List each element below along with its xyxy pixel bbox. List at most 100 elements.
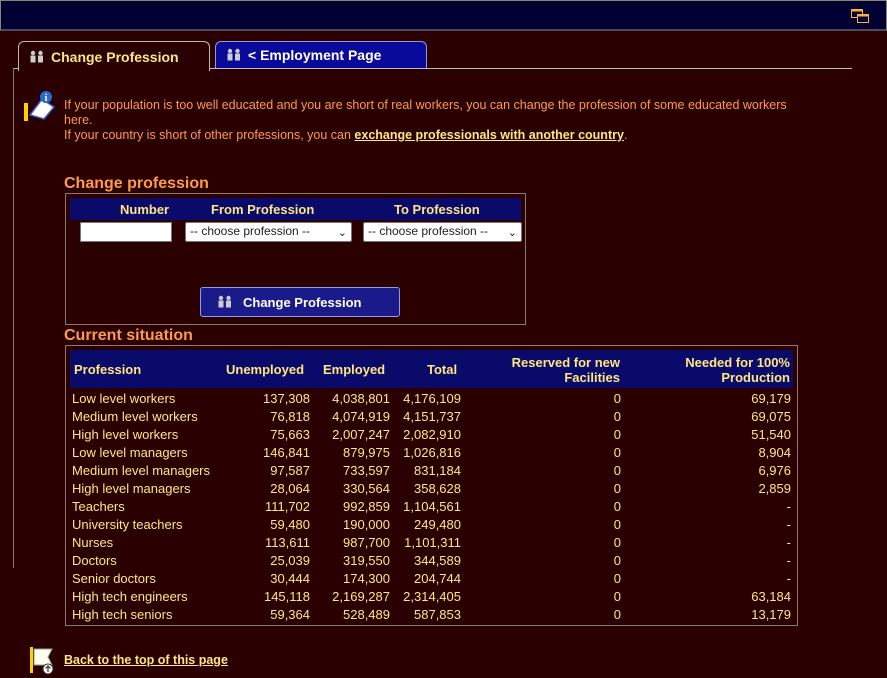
- change-profession-form: Number From Profession To Profession -- …: [65, 193, 526, 325]
- cell-unemployed: 146,841: [263, 445, 310, 460]
- cell-needed: 51,540: [751, 427, 791, 442]
- number-input[interactable]: [80, 222, 172, 242]
- cell-reserved: 0: [613, 535, 621, 550]
- people-icon: [218, 295, 231, 308]
- cell-employed: 190,000: [343, 517, 390, 532]
- cell-reserved: 0: [613, 607, 621, 622]
- cell-reserved: 0: [613, 391, 621, 406]
- cell-unemployed: 111,702: [264, 499, 310, 514]
- cell-total: 358,628: [414, 481, 461, 496]
- cell-needed: 69,075: [751, 409, 791, 424]
- change-profession-title: Change profession: [64, 175, 209, 192]
- tab-divider: [210, 68, 852, 69]
- cell-total: 1,104,561: [403, 499, 461, 514]
- table-row: Medium level workers 76,818 4,074,919 4,151…: [70, 408, 793, 426]
- cell-profession: Doctors: [72, 553, 117, 568]
- cell-total: 249,480: [414, 517, 461, 532]
- to-profession-header: To Profession: [394, 202, 480, 217]
- cell-employed: 319,550: [343, 553, 390, 568]
- cell-unemployed: 76,818: [270, 409, 310, 424]
- cell-total: 204,744: [414, 571, 461, 586]
- cell-profession: Senior doctors: [72, 571, 156, 586]
- people-icon: [227, 48, 240, 61]
- table-row: Senior doctors 30,444 174,300 204,744 0 -: [70, 570, 793, 588]
- cell-total: 344,589: [414, 553, 461, 568]
- cell-total: 831,184: [414, 463, 461, 478]
- cell-employed: 879,975: [343, 445, 390, 460]
- cell-profession: High tech seniors: [72, 607, 173, 622]
- cell-reserved: 0: [613, 409, 621, 424]
- intro-line-1: If your population is too well educated …: [64, 98, 787, 127]
- cell-profession: Low level managers: [72, 445, 188, 460]
- cell-unemployed: 145,118: [263, 589, 310, 604]
- cell-employed: 4,038,801: [332, 391, 390, 406]
- table-row: High level workers 75,663 2,007,247 2,082,9…: [70, 426, 793, 444]
- cell-profession: High level workers: [72, 427, 179, 442]
- header-reserved-2: Facilities: [564, 370, 620, 385]
- cell-employed: 330,564: [343, 481, 390, 496]
- number-header: Number: [120, 202, 170, 217]
- cell-employed: 4,074,919: [332, 409, 390, 424]
- to-profession-select[interactable]: -- choose profession -- ⌄: [363, 222, 522, 242]
- cell-needed: 13,179: [751, 607, 791, 622]
- header-total: Total: [427, 362, 458, 377]
- cell-reserved: 0: [613, 571, 621, 586]
- info-icon: i: [24, 91, 56, 121]
- cell-reserved: 0: [613, 499, 621, 514]
- cell-profession: Medium level managers: [72, 463, 211, 478]
- cell-profession: University teachers: [72, 517, 183, 532]
- from-profession-select[interactable]: -- choose profession -- ⌄: [185, 222, 352, 242]
- windows-icon[interactable]: [851, 9, 869, 23]
- content-border: [13, 68, 14, 568]
- cell-profession: Medium level workers: [72, 409, 198, 424]
- cell-unemployed: 137,308: [263, 391, 310, 406]
- back-to-top-link[interactable]: Back to the top of this page: [64, 653, 228, 667]
- people-icon: [30, 50, 43, 62]
- tab-change-profession[interactable]: Change Profession: [18, 41, 210, 71]
- cell-unemployed: 75,663: [270, 427, 310, 442]
- cell-needed: -: [786, 499, 791, 514]
- table-row: Doctors 25,039 319,550 344,589 0 -: [70, 552, 793, 570]
- cell-needed: 8,904: [758, 445, 791, 460]
- cell-needed: 6,976: [758, 463, 791, 478]
- cell-unemployed: 59,480: [270, 517, 310, 532]
- table-row: Medium level managers 97,587 733,597 831,18…: [70, 462, 793, 480]
- cell-profession: Nurses: [72, 535, 114, 550]
- change-profession-button[interactable]: Change Profession: [200, 287, 400, 317]
- cell-needed: -: [786, 571, 791, 586]
- cell-total: 2,314,405: [403, 589, 461, 604]
- svg-text:i: i: [45, 93, 48, 104]
- current-situation-title: Current situation: [64, 327, 193, 344]
- cell-employed: 2,169,287: [332, 589, 390, 604]
- to-profession-value: -- choose profession --: [368, 224, 489, 238]
- cell-unemployed: 30,444: [270, 571, 310, 586]
- header-needed-2: Production: [721, 370, 790, 385]
- from-profession-value: -- choose profession --: [190, 224, 311, 238]
- table-row: High tech engineers 145,118 2,169,287 2,314…: [70, 588, 793, 606]
- table-row: Low level managers 146,841 879,975 1,026,81…: [70, 444, 793, 462]
- cell-total: 4,151,737: [403, 409, 461, 424]
- cell-employed: 174,300: [343, 571, 390, 586]
- cell-total: 1,101,311: [404, 535, 461, 550]
- cell-reserved: 0: [613, 517, 621, 532]
- cell-employed: 992,859: [343, 499, 390, 514]
- cell-needed: -: [786, 553, 791, 568]
- cell-total: 2,082,910: [403, 427, 461, 442]
- cell-employed: 987,700: [343, 535, 390, 550]
- cell-profession: Teachers: [72, 499, 125, 514]
- intro-line-2-prefix: If your country is short of other profes…: [64, 128, 355, 142]
- exchange-professionals-link[interactable]: exchange professionals with another coun…: [354, 128, 624, 142]
- tab-employment-page[interactable]: < Employment Page: [215, 41, 427, 68]
- cell-total: 1,026,816: [403, 445, 461, 460]
- cell-reserved: 0: [613, 427, 621, 442]
- cell-employed: 528,489: [343, 607, 390, 622]
- cell-needed: 69,179: [751, 391, 791, 406]
- table-row: Low level workers 137,308 4,038,801 4,176,1…: [70, 390, 793, 408]
- cell-profession: High tech engineers: [72, 589, 188, 604]
- cell-employed: 2,007,247: [332, 427, 390, 442]
- header-profession: Profession: [74, 362, 142, 377]
- cell-unemployed: 97,587: [270, 463, 310, 478]
- tab-label: Change Profession: [51, 48, 179, 65]
- cell-unemployed: 59,364: [270, 607, 310, 622]
- back-to-top-icon[interactable]: [26, 645, 56, 675]
